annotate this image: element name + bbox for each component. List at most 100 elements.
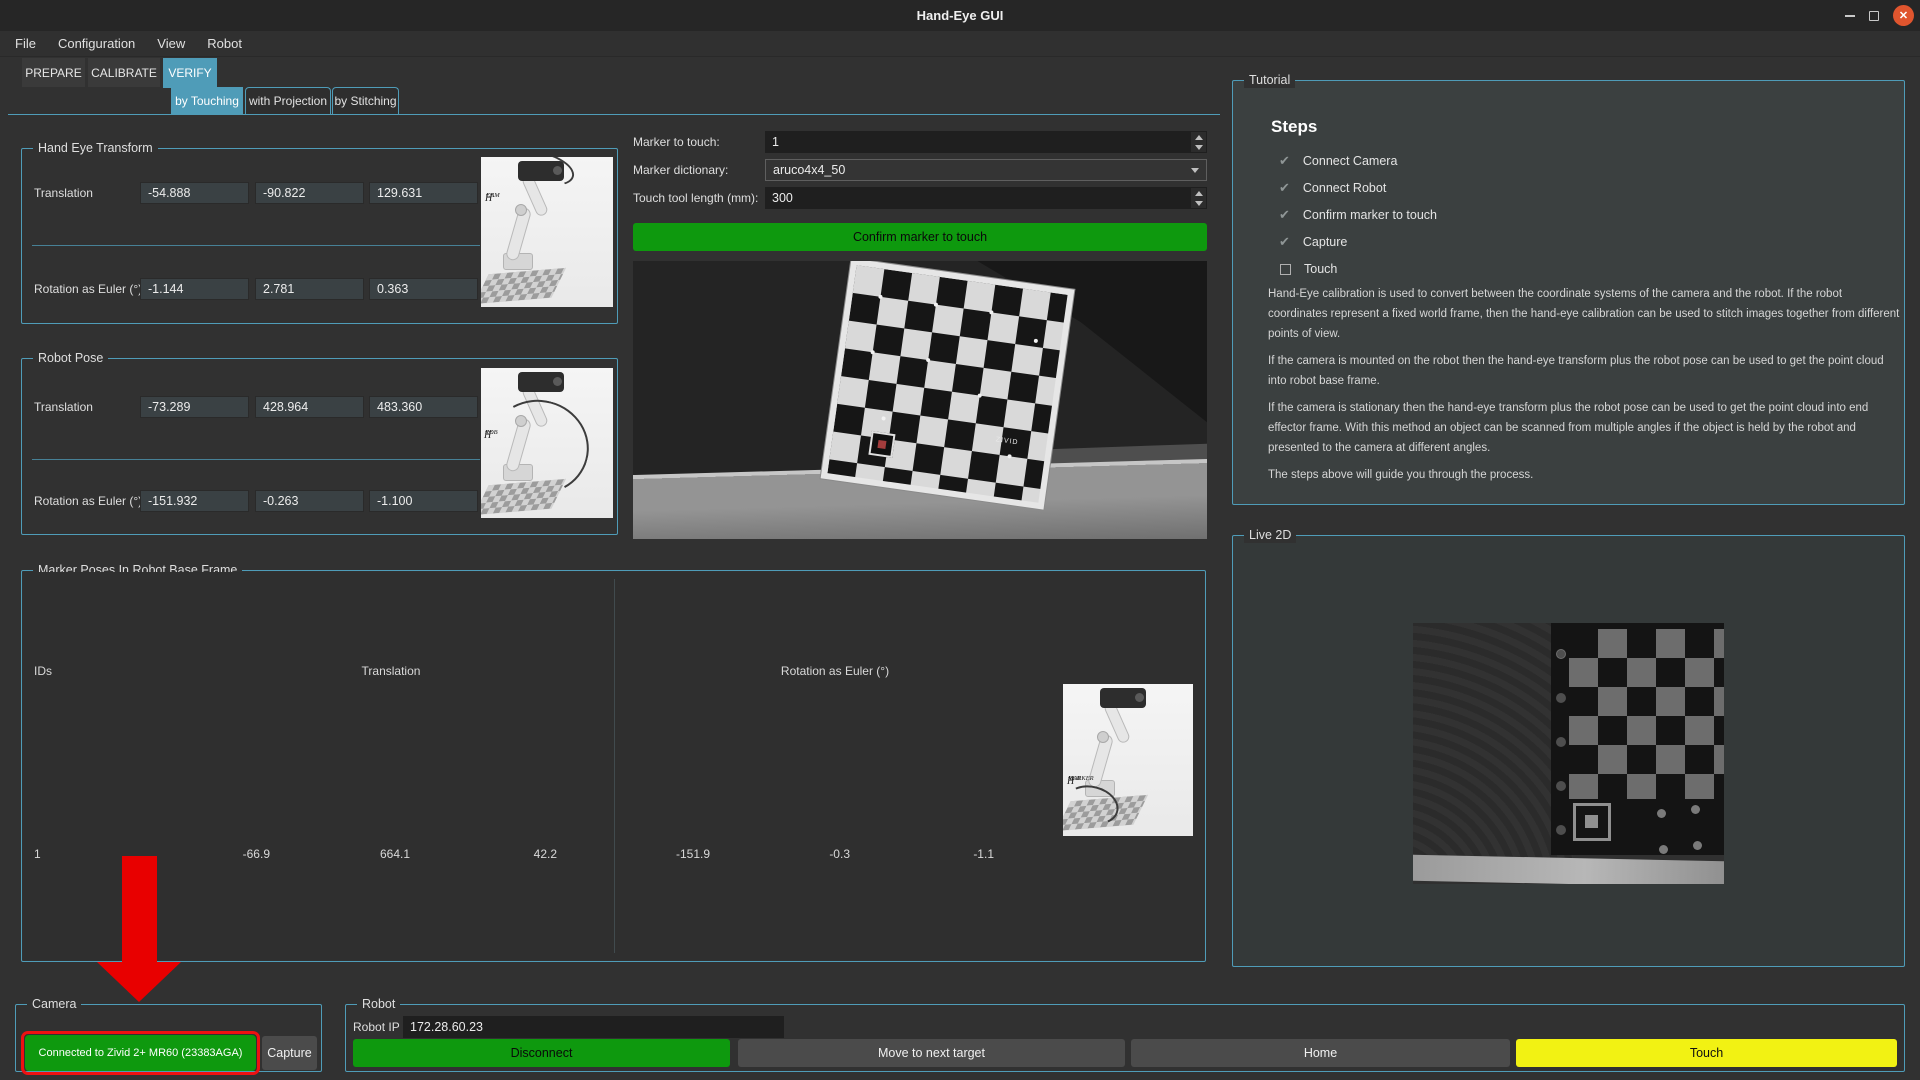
- robot-pose-rotation-y-field[interactable]: -0.263: [255, 490, 364, 512]
- touch-tool-length-label: Touch tool length (mm):: [633, 187, 758, 209]
- capture-button[interactable]: Capture: [262, 1036, 317, 1070]
- hand-eye-gui-window: Hand-Eye GUI ✕ File Configuration View R…: [0, 0, 1920, 1080]
- column-divider: [614, 579, 615, 953]
- cell-tx: -66.9: [140, 843, 270, 865]
- tutorial-group: Tutorial Steps ✔ Connect Camera ✔ Connec…: [1232, 80, 1905, 505]
- tab-prepare[interactable]: PREPARE: [22, 58, 85, 87]
- hand-eye-translation-z-field[interactable]: 129.631: [369, 182, 478, 204]
- subtab-by-stitching[interactable]: by Stitching: [332, 87, 399, 114]
- marker-to-touch-label: Marker to touch:: [633, 131, 720, 153]
- step-confirm-marker: ✔ Confirm marker to touch: [1279, 207, 1437, 223]
- spin-down-icon[interactable]: [1195, 145, 1203, 150]
- camera-status-highlight: Connected to Zivid 2+ MR60 (23383AGA): [21, 1031, 260, 1075]
- robot-pose-translation-z-field[interactable]: 483.360: [369, 396, 478, 418]
- tutorial-paragraph: The steps above will guide you through t…: [1268, 465, 1900, 485]
- hand-eye-rotation-x-field[interactable]: -1.144: [140, 278, 249, 300]
- subtab-by-touching[interactable]: by Touching: [171, 87, 243, 114]
- step-connect-robot: ✔ Connect Robot: [1279, 180, 1386, 196]
- marker-dictionary-label: Marker dictionary:: [633, 159, 728, 181]
- calibration-board: ZIVID: [821, 261, 1075, 510]
- menu-configuration[interactable]: Configuration: [47, 31, 146, 57]
- cell-ry: -0.3: [720, 843, 850, 865]
- cell-ty: 664.1: [280, 843, 410, 865]
- spin-down-icon[interactable]: [1195, 201, 1203, 206]
- unchecked-checkbox-icon: [1280, 264, 1291, 275]
- hand-eye-translation-y-field[interactable]: -90.822: [255, 182, 364, 204]
- check-icon: ✔: [1279, 208, 1290, 222]
- robot-pose-translation-x-field[interactable]: -73.289: [140, 396, 249, 418]
- menu-file[interactable]: File: [4, 31, 47, 57]
- cell-rz: -1.1: [864, 843, 994, 865]
- tutorial-title: Tutorial: [1244, 73, 1295, 88]
- robot-ip-field[interactable]: 172.28.60.23: [403, 1016, 784, 1038]
- cell-id: 1: [34, 843, 41, 865]
- table-surface: [1413, 855, 1724, 884]
- robot-panel-title: Robot: [357, 997, 400, 1012]
- camera-panel-title: Camera: [27, 997, 81, 1012]
- confirm-marker-button[interactable]: Confirm marker to touch: [633, 223, 1207, 251]
- subtab-with-projection[interactable]: with Projection: [245, 87, 331, 114]
- disconnect-button[interactable]: Disconnect: [353, 1039, 730, 1067]
- live-2d-title: Live 2D: [1244, 528, 1296, 543]
- fiducial-marker: [1573, 803, 1611, 841]
- live-2d-group: Live 2D: [1232, 535, 1905, 967]
- hand-eye-rotation-y-field[interactable]: 2.781: [255, 278, 364, 300]
- translation-label: Translation: [34, 396, 93, 418]
- camera-status-button[interactable]: Connected to Zivid 2+ MR60 (23383AGA): [25, 1035, 256, 1071]
- rotation-arrow-icon: [504, 157, 578, 192]
- robot-pose-group: Robot Pose Translation -73.289 428.964 4…: [21, 358, 618, 535]
- fiducial-marker: [868, 431, 895, 458]
- menu-robot[interactable]: Robot: [196, 31, 253, 57]
- calibration-board: [1551, 623, 1724, 855]
- tab-pane-border: [8, 114, 1220, 115]
- robot-pose-translation-y-field[interactable]: 428.964: [255, 396, 364, 418]
- column-header-translation: Translation: [291, 663, 491, 679]
- minimize-icon[interactable]: [1845, 15, 1855, 17]
- close-icon[interactable]: ✕: [1893, 5, 1914, 26]
- window-title: Hand-Eye GUI: [917, 8, 1004, 23]
- home-button[interactable]: Home: [1131, 1039, 1510, 1067]
- check-icon: ✔: [1279, 181, 1290, 195]
- hand-eye-rotation-z-field[interactable]: 0.363: [369, 278, 478, 300]
- column-header-ids: IDs: [34, 663, 52, 679]
- robot-pose-rotation-z-field[interactable]: -1.100: [369, 490, 478, 512]
- robot-pose-illustration: HROBEE: [481, 368, 613, 518]
- menu-bar: File Configuration View Robot: [0, 31, 1920, 57]
- step-capture: ✔ Capture: [1279, 234, 1347, 250]
- cell-rx: -151.9: [580, 843, 710, 865]
- robot-ip-label: Robot IP: [353, 1016, 400, 1038]
- tutorial-text: Hand-Eye calibration is used to convert …: [1268, 284, 1900, 492]
- divider: [32, 245, 480, 246]
- check-icon: ✔: [1279, 154, 1290, 168]
- maximize-icon[interactable]: [1869, 11, 1879, 21]
- translation-label: Translation: [34, 182, 93, 204]
- column-header-rotation: Rotation as Euler (°): [695, 663, 975, 679]
- hand-eye-illustration: HEECAM: [481, 157, 613, 307]
- check-icon: ✔: [1279, 235, 1290, 249]
- move-to-next-target-button[interactable]: Move to next target: [738, 1039, 1125, 1067]
- robot-panel: Robot Robot IP 172.28.60.23 Disconnect M…: [345, 1004, 1905, 1072]
- camera-view-image: ZIVID: [633, 261, 1207, 539]
- checkerboard-plate: [481, 268, 566, 304]
- menu-view[interactable]: View: [146, 31, 196, 57]
- hand-eye-transform-title: Hand Eye Transform: [33, 141, 158, 156]
- marker-dictionary-dropdown[interactable]: aruco4x4_50: [765, 159, 1207, 181]
- marker-pose-illustration: HROBMARKER: [1063, 684, 1193, 836]
- title-bar: Hand-Eye GUI ✕: [0, 0, 1920, 31]
- tab-calibrate[interactable]: CALIBRATE: [88, 58, 160, 87]
- steps-heading: Steps: [1271, 117, 1317, 137]
- live2d-image: [1413, 623, 1724, 884]
- tutorial-paragraph: If the camera is stationary then the han…: [1268, 398, 1900, 458]
- step-connect-camera: ✔ Connect Camera: [1279, 153, 1397, 169]
- touch-tool-length-spinner[interactable]: 300: [765, 187, 1207, 209]
- marker-poses-group: Marker Poses In Robot Base Frame IDs Tra…: [21, 570, 1206, 962]
- camera-panel: Camera Connected to Zivid 2+ MR60 (23383…: [15, 1004, 322, 1072]
- touch-button[interactable]: Touch: [1516, 1039, 1897, 1067]
- marker-to-touch-spinner[interactable]: 1: [765, 131, 1207, 153]
- spin-up-icon[interactable]: [1195, 135, 1203, 140]
- tab-verify[interactable]: VERIFY: [163, 58, 217, 88]
- robot-pose-rotation-x-field[interactable]: -151.932: [140, 490, 249, 512]
- hand-eye-translation-x-field[interactable]: -54.888: [140, 182, 249, 204]
- spin-up-icon[interactable]: [1195, 191, 1203, 196]
- red-arrow-head: [97, 962, 181, 1002]
